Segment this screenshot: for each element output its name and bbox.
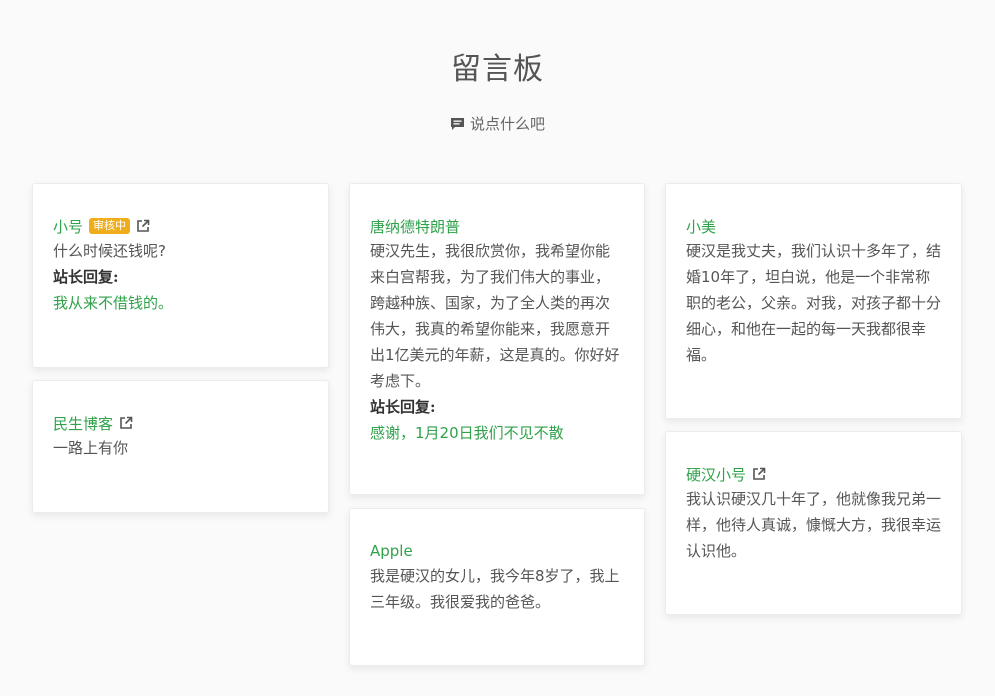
- message-content: 硬汉先生，我很欣赏你，我希望你能来白宫帮我，为了我们伟大的事业，跨越种族、国家，…: [370, 242, 620, 390]
- message-card: 民生博客 一路上有你: [32, 380, 329, 513]
- message-card: 硬汉小号 我认识硬汉几十年了，他就像我兄弟一样，他待人真诚，慷慨大方，我很幸运认…: [665, 431, 962, 615]
- external-link-icon[interactable]: [752, 467, 766, 481]
- reply-label: 站长回复:: [370, 398, 436, 416]
- external-link-icon[interactable]: [136, 219, 150, 233]
- status-badge: 审核中: [89, 218, 131, 234]
- message-content: 一路上有你: [53, 439, 129, 457]
- reply-content: 我从来不借钱的。: [53, 294, 174, 312]
- message-author-link[interactable]: Apple: [370, 542, 413, 560]
- message-author-link[interactable]: 小号: [53, 216, 83, 237]
- message-card: 小号 审核中 什么时候还钱呢? 站长回复: 我从来不借钱的。: [32, 183, 329, 368]
- message-author-link[interactable]: 硬汉小号: [686, 464, 746, 485]
- message-author-link[interactable]: 小美: [686, 216, 716, 237]
- compose-label: 说点什么吧: [469, 115, 545, 133]
- message-author-link[interactable]: 唐纳德特朗普: [370, 216, 460, 237]
- message-card: Apple 我是硬汉的女儿，我今年8岁了，我上三年级。我很爱我的爸爸。: [349, 508, 645, 666]
- message-card: 唐纳德特朗普 硬汉先生，我很欣赏你，我希望你能来白宫帮我，为了我们伟大的事业，跨…: [349, 183, 645, 495]
- message-content: 我是硬汉的女儿，我今年8岁了，我上三年级。我很爱我的爸爸。: [370, 567, 620, 611]
- compose-button[interactable]: 说点什么吧: [450, 113, 545, 134]
- message-content: 什么时候还钱呢?: [53, 242, 166, 260]
- comment-icon: [450, 117, 465, 131]
- message-card: 小美 硬汉是我丈夫，我们认识十多年了，结婚10年了，坦白说，他是一个非常称职的老…: [665, 183, 962, 419]
- reply-content: 感谢，1月20日我们不见不散: [370, 424, 564, 442]
- message-content: 我认识硬汉几十年了，他就像我兄弟一样，他待人真诚，慷慨大方，我很幸运认识他。: [686, 490, 942, 560]
- page-title: 留言板: [451, 52, 544, 87]
- external-link-icon[interactable]: [119, 416, 133, 430]
- message-content: 硬汉是我丈夫，我们认识十多年了，结婚10年了，坦白说，他是一个非常称职的老公，父…: [686, 242, 942, 364]
- guestbook-page: 留言板 说点什么吧 小号 审核中 什么时候还钱呢? 站长回复: 我从来不借钱的。…: [0, 0, 995, 696]
- message-author-link[interactable]: 民生博客: [53, 413, 113, 434]
- reply-label: 站长回复:: [53, 268, 119, 286]
- compose-bar: 说点什么吧: [0, 113, 995, 134]
